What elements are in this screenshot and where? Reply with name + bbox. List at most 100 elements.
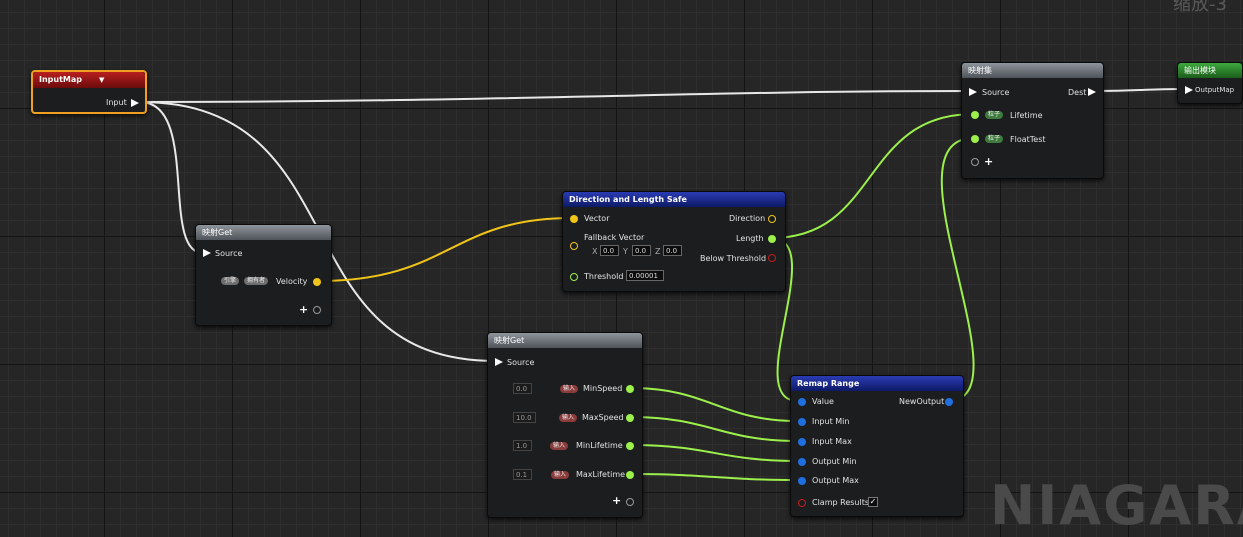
vector-input-pin[interactable] bbox=[570, 215, 578, 223]
threshold-input-pin[interactable] bbox=[570, 273, 578, 281]
add-pin-circle[interactable] bbox=[626, 498, 634, 506]
node-header[interactable]: Direction and Length Safe bbox=[563, 192, 785, 207]
input-min-pin[interactable] bbox=[798, 418, 806, 426]
wire-input-to-get1 bbox=[139, 101, 204, 254]
maxlifetime-default-field[interactable]: 0.1 bbox=[513, 469, 532, 480]
maxspeed-default-field[interactable]: 10.0 bbox=[513, 412, 536, 423]
length-output-pin[interactable] bbox=[768, 235, 776, 243]
remap-range-node[interactable]: Remap Range Value NewOutput Input Min In… bbox=[790, 375, 964, 517]
output-max-label: Output Max bbox=[812, 476, 859, 485]
y-label: Y bbox=[623, 247, 628, 256]
namespace-badge: 引擎 bbox=[221, 277, 240, 285]
new-output-label: NewOutput bbox=[899, 397, 945, 406]
add-pin-circle[interactable] bbox=[971, 158, 979, 166]
add-pin-circle[interactable] bbox=[313, 306, 321, 314]
output-min-pin[interactable] bbox=[798, 458, 806, 466]
source-exec-pin[interactable] bbox=[969, 88, 977, 96]
source-exec-pin[interactable] bbox=[495, 358, 503, 366]
velocity-label: Velocity bbox=[276, 277, 308, 286]
node-header[interactable]: 映射Get bbox=[196, 225, 331, 240]
input-max-pin[interactable] bbox=[798, 438, 806, 446]
minlifetime-label: MinLifetime bbox=[576, 441, 623, 450]
add-pin-icon[interactable]: + bbox=[612, 495, 621, 506]
particle-badge: 粒子 bbox=[985, 111, 1004, 119]
threshold-field[interactable]: 0.00001 bbox=[626, 270, 664, 281]
minspeed-label: MinSpeed bbox=[583, 384, 623, 393]
niagara-watermark: NIAGARA bbox=[990, 474, 1243, 537]
node-header[interactable]: 映射Get bbox=[488, 333, 642, 348]
vector-label: Vector bbox=[584, 214, 610, 223]
output-map-exec-pin[interactable] bbox=[1185, 86, 1193, 94]
source-label: Source bbox=[982, 88, 1010, 97]
wire-maxlifetime-to-outputmax bbox=[629, 473, 799, 481]
node-header[interactable]: 映射集 bbox=[962, 63, 1103, 78]
input-min-label: Input Min bbox=[812, 417, 850, 426]
direction-and-length-safe-node[interactable]: Direction and Length Safe Vector Directi… bbox=[562, 191, 786, 292]
zoom-level-label: 缩放-3 bbox=[1173, 0, 1227, 15]
namespace-badge: 拥有者 bbox=[244, 277, 269, 285]
fallback-y-field[interactable]: 0.0 bbox=[632, 245, 651, 256]
fallback-z-field[interactable]: 0.0 bbox=[663, 245, 682, 256]
wire-minspeed-to-inputmin bbox=[629, 387, 799, 422]
z-label: Z bbox=[655, 247, 661, 256]
direction-output-pin[interactable] bbox=[768, 215, 776, 223]
source-label: Source bbox=[507, 358, 535, 367]
exec-output-pin[interactable] bbox=[131, 99, 139, 107]
maxlifetime-output-pin[interactable] bbox=[626, 471, 634, 479]
lifetime-label: Lifetime bbox=[1010, 111, 1043, 120]
add-pin-icon[interactable]: + bbox=[984, 156, 993, 167]
clamp-results-label: Clamp Results bbox=[812, 498, 870, 507]
dest-exec-pin[interactable] bbox=[1088, 88, 1096, 96]
input-badge: 输入 bbox=[559, 414, 578, 422]
input-map-node[interactable]: InputMap ▼ Input bbox=[31, 70, 147, 114]
output-min-label: Output Min bbox=[812, 457, 857, 466]
floattest-label: FloatTest bbox=[1010, 135, 1046, 144]
wire-velocity-to-vector bbox=[317, 217, 573, 282]
clamp-results-pin[interactable] bbox=[798, 499, 806, 507]
add-pin-icon[interactable]: + bbox=[299, 304, 308, 315]
clamp-results-checkbox[interactable]: ✓ bbox=[868, 497, 878, 507]
maxspeed-output-pin[interactable] bbox=[626, 414, 634, 422]
below-threshold-label: Below Threshold bbox=[700, 254, 767, 263]
x-label: X bbox=[592, 247, 598, 256]
fallback-x-field[interactable]: 0.0 bbox=[600, 245, 619, 256]
wire-input-to-set bbox=[139, 90, 967, 103]
lifetime-input-pin[interactable] bbox=[971, 111, 979, 119]
value-input-pin[interactable] bbox=[798, 398, 806, 406]
dest-label: Dest bbox=[1068, 88, 1087, 97]
minspeed-output-pin[interactable] bbox=[626, 385, 634, 393]
wire-dest-to-output bbox=[1093, 88, 1186, 92]
node-header[interactable]: Remap Range bbox=[791, 376, 963, 391]
particle-badge: 粒子 bbox=[985, 135, 1004, 143]
threshold-label: Threshold bbox=[584, 272, 624, 281]
source-exec-pin[interactable] bbox=[203, 249, 211, 257]
fallback-vector-input-pin[interactable] bbox=[570, 242, 578, 250]
fallback-vector-label: Fallback Vector bbox=[584, 233, 645, 242]
direction-label: Direction bbox=[729, 214, 766, 223]
map-set-node[interactable]: 映射集 Source Dest 粒子 Lifetime 粒子 FloatTest… bbox=[961, 62, 1104, 179]
maxlifetime-label: MaxLifetime bbox=[576, 470, 626, 479]
maxspeed-label: MaxSpeed bbox=[582, 413, 624, 422]
map-get-velocity-node[interactable]: 映射Get Source 引擎 拥有者 Velocity + bbox=[195, 224, 332, 326]
floattest-input-pin[interactable] bbox=[971, 135, 979, 143]
minlifetime-default-field[interactable]: 1.0 bbox=[513, 440, 532, 451]
node-header[interactable]: InputMap ▼ bbox=[33, 72, 145, 88]
velocity-output-pin[interactable] bbox=[313, 278, 321, 286]
value-label: Value bbox=[812, 397, 834, 406]
node-header[interactable]: 输出模块 bbox=[1178, 63, 1242, 78]
wire-minlifetime-to-outputmin bbox=[629, 444, 799, 462]
below-threshold-output-pin[interactable] bbox=[768, 254, 776, 262]
minspeed-default-field[interactable]: 0.0 bbox=[513, 383, 532, 394]
length-label: Length bbox=[736, 234, 764, 243]
output-pin-label: Input bbox=[106, 98, 127, 107]
minlifetime-output-pin[interactable] bbox=[626, 442, 634, 450]
output-module-node[interactable]: 输出模块 OutputMap bbox=[1177, 62, 1243, 104]
input-badge: 输入 bbox=[560, 385, 579, 393]
new-output-pin[interactable] bbox=[945, 398, 953, 406]
output-max-pin[interactable] bbox=[798, 477, 806, 485]
map-get-params-node[interactable]: 映射Get Source 0.0 输入 MinSpeed 10.0 输入 Max… bbox=[487, 332, 643, 518]
dropdown-arrow-icon[interactable]: ▼ bbox=[99, 72, 104, 88]
wire-maxspeed-to-inputmax bbox=[629, 416, 799, 442]
node-title: InputMap bbox=[39, 75, 83, 84]
output-map-label: OutputMap bbox=[1195, 86, 1235, 94]
